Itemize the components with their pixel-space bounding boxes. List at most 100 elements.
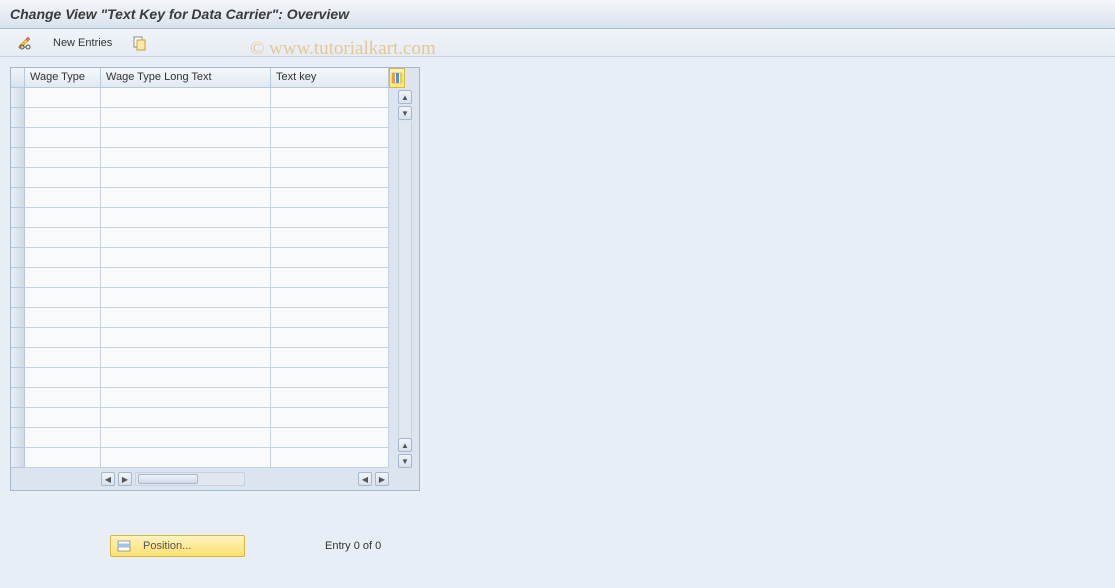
scroll-down-button-bottom[interactable]: ▼ <box>398 454 412 468</box>
col-header-wage-type[interactable]: Wage Type <box>25 68 101 88</box>
row-select-handle[interactable] <box>11 288 25 308</box>
row-select-handle[interactable] <box>11 148 25 168</box>
row-select-handle[interactable] <box>11 208 25 228</box>
grid-cell[interactable] <box>101 168 271 188</box>
horizontal-scrollbar[interactable]: ◀ ▶ ◀ ▶ <box>11 468 419 490</box>
grid-cell[interactable] <box>101 88 271 108</box>
grid-cell[interactable] <box>101 348 271 368</box>
grid-cell[interactable] <box>25 268 101 288</box>
grid-cell[interactable] <box>25 308 101 328</box>
grid-cell[interactable] <box>101 308 271 328</box>
new-entries-button[interactable]: New Entries <box>46 34 119 52</box>
grid-cell[interactable] <box>271 308 389 328</box>
grid-cell[interactable] <box>271 168 389 188</box>
grid-cell[interactable] <box>25 108 101 128</box>
position-button[interactable]: Position... <box>110 535 245 557</box>
row-select-handle[interactable] <box>11 228 25 248</box>
grid-cell[interactable] <box>101 208 271 228</box>
grid-cell[interactable] <box>25 328 101 348</box>
grid-cell[interactable] <box>25 408 101 428</box>
grid-cell[interactable] <box>271 348 389 368</box>
grid-cell[interactable] <box>101 188 271 208</box>
row-select-handle[interactable] <box>11 348 25 368</box>
row-select-handle[interactable] <box>11 268 25 288</box>
row-select-handle[interactable] <box>11 168 25 188</box>
row-select-handle[interactable] <box>11 448 25 468</box>
grid-cell[interactable] <box>101 228 271 248</box>
grid-cell[interactable] <box>271 388 389 408</box>
grid-cell[interactable] <box>101 368 271 388</box>
row-select-handle[interactable] <box>11 328 25 348</box>
grid-cell[interactable] <box>101 248 271 268</box>
toggle-button[interactable] <box>10 32 40 54</box>
grid-cell[interactable] <box>25 368 101 388</box>
grid-cell[interactable] <box>25 428 101 448</box>
grid-cell[interactable] <box>271 328 389 348</box>
scroll-up-button-bottom[interactable]: ▲ <box>398 438 412 452</box>
grid-cell[interactable] <box>25 188 101 208</box>
hscroll-thumb[interactable] <box>138 474 198 484</box>
table-settings-button[interactable] <box>389 68 405 88</box>
grid-cell[interactable] <box>271 148 389 168</box>
grid-cell[interactable] <box>101 428 271 448</box>
table-row <box>11 248 389 268</box>
grid-cell[interactable] <box>25 388 101 408</box>
row-select-handle[interactable] <box>11 188 25 208</box>
grid-cell[interactable] <box>25 128 101 148</box>
grid-cell[interactable] <box>271 408 389 428</box>
row-select-handle[interactable] <box>11 408 25 428</box>
scroll-left-end-button[interactable]: ◀ <box>358 472 372 486</box>
grid-cell[interactable] <box>271 428 389 448</box>
grid-cell[interactable] <box>101 268 271 288</box>
grid-cell[interactable] <box>271 188 389 208</box>
grid-cell[interactable] <box>271 268 389 288</box>
grid-cell[interactable] <box>25 148 101 168</box>
scroll-right-end-button[interactable]: ▶ <box>375 472 389 486</box>
grid-cell[interactable] <box>271 368 389 388</box>
grid-cell[interactable] <box>101 408 271 428</box>
grid-cell[interactable] <box>101 388 271 408</box>
row-select-handle[interactable] <box>11 248 25 268</box>
copy-button[interactable] <box>125 32 155 54</box>
grid-cell[interactable] <box>101 128 271 148</box>
grid-cell[interactable] <box>271 88 389 108</box>
grid-cell[interactable] <box>101 448 271 468</box>
vertical-scrollbar[interactable]: ▲ ▼ ▲ ▼ <box>389 88 419 468</box>
scroll-down-button[interactable]: ▼ <box>398 106 412 120</box>
grid-cell[interactable] <box>25 348 101 368</box>
grid-cell[interactable] <box>271 448 389 468</box>
grid-cell[interactable] <box>101 148 271 168</box>
hscroll-track[interactable] <box>135 472 245 486</box>
row-select-handle[interactable] <box>11 388 25 408</box>
row-select-handle[interactable] <box>11 308 25 328</box>
vscroll-track[interactable] <box>398 121 412 437</box>
grid-cell[interactable] <box>25 248 101 268</box>
grid-cell[interactable] <box>25 228 101 248</box>
col-header-wage-long[interactable]: Wage Type Long Text <box>101 68 271 88</box>
grid-cell[interactable] <box>25 168 101 188</box>
grid-cell[interactable] <box>271 208 389 228</box>
col-header-text-key[interactable]: Text key <box>271 68 389 88</box>
grid-cell[interactable] <box>25 88 101 108</box>
row-select-handle[interactable] <box>11 108 25 128</box>
row-select-handle[interactable] <box>11 428 25 448</box>
grid-cell[interactable] <box>101 328 271 348</box>
grid-cell[interactable] <box>101 108 271 128</box>
grid-cell[interactable] <box>25 288 101 308</box>
grid-cell[interactable] <box>271 108 389 128</box>
row-select-handle[interactable] <box>11 128 25 148</box>
grid-cell[interactable] <box>25 448 101 468</box>
grid-cell[interactable] <box>25 208 101 228</box>
scroll-right-button[interactable]: ▶ <box>118 472 132 486</box>
grid-cell[interactable] <box>101 288 271 308</box>
select-all-handle[interactable] <box>11 68 25 88</box>
scroll-up-button[interactable]: ▲ <box>398 90 412 104</box>
row-select-handle[interactable] <box>11 88 25 108</box>
row-select-handle[interactable] <box>11 368 25 388</box>
grid-cell[interactable] <box>271 128 389 148</box>
grid-right-column: ▲ ▼ ▲ ▼ <box>389 68 419 468</box>
grid-cell[interactable] <box>271 248 389 268</box>
scroll-left-button[interactable]: ◀ <box>101 472 115 486</box>
grid-cell[interactable] <box>271 228 389 248</box>
grid-cell[interactable] <box>271 288 389 308</box>
